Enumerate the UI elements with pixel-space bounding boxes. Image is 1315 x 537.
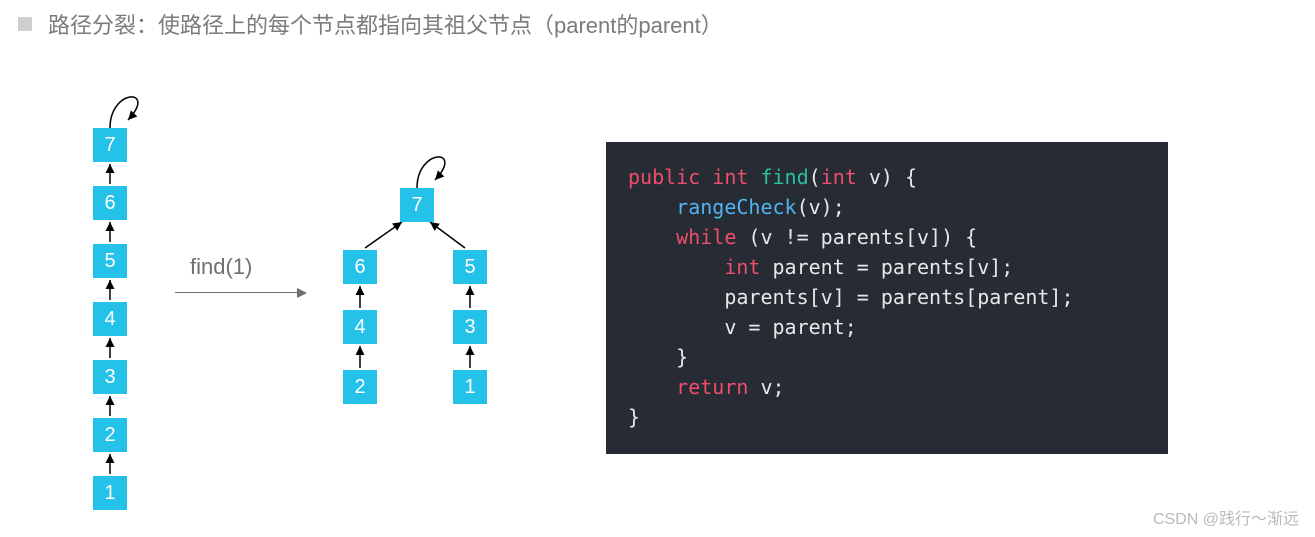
sig-tail: v) { — [857, 165, 917, 189]
title-row: 路径分裂：使路径上的每个节点都指向其祖父节点（parent的parent） — [0, 0, 1315, 48]
l9: } — [628, 405, 640, 429]
node-right-1: 1 — [453, 370, 487, 404]
l7: } — [676, 345, 688, 369]
find-arrow — [175, 292, 305, 293]
node-right-5: 5 — [453, 250, 487, 284]
kw-while: while — [676, 225, 736, 249]
l4rest: parent = parents[v]; — [760, 255, 1013, 279]
kw-int2: int — [821, 165, 857, 189]
node-left-6: 6 — [93, 186, 127, 220]
node-right-2: 2 — [343, 370, 377, 404]
node-right-4: 4 — [343, 310, 377, 344]
fn-find: find — [760, 165, 808, 189]
node-left-5: 5 — [93, 244, 127, 278]
fn-rangeCheck: rangeCheck — [676, 195, 796, 219]
bullet-icon — [18, 17, 32, 31]
diagram: 7 6 5 4 3 2 1 find(1) 7 6 5 4 3 2 1 — [40, 80, 600, 530]
node-left-7: 7 — [93, 128, 127, 162]
l2tail: (v); — [797, 195, 845, 219]
kw-public: public — [628, 165, 700, 189]
l6: v = parent; — [724, 315, 856, 339]
l8v: v; — [748, 375, 784, 399]
node-left-4: 4 — [93, 302, 127, 336]
node-left-1: 1 — [93, 476, 127, 510]
node-left-3: 3 — [93, 360, 127, 394]
find-label: find(1) — [190, 254, 252, 280]
kw-int3: int — [724, 255, 760, 279]
code-block: public int find(int v) { rangeCheck(v); … — [606, 142, 1168, 454]
node-right-3: 3 — [453, 310, 487, 344]
l5: parents[v] = parents[parent]; — [724, 285, 1073, 309]
paren-open: ( — [809, 165, 821, 189]
watermark: CSDN @践行～渐远 — [1153, 505, 1299, 529]
title-text: 路径分裂：使路径上的每个节点都指向其祖父节点（parent的parent） — [48, 8, 723, 40]
node-right-7: 7 — [400, 188, 434, 222]
kw-return: return — [676, 375, 748, 399]
l3cond: (v != parents[v]) { — [736, 225, 977, 249]
kw-int: int — [712, 165, 748, 189]
node-right-6: 6 — [343, 250, 377, 284]
node-left-2: 2 — [93, 418, 127, 452]
